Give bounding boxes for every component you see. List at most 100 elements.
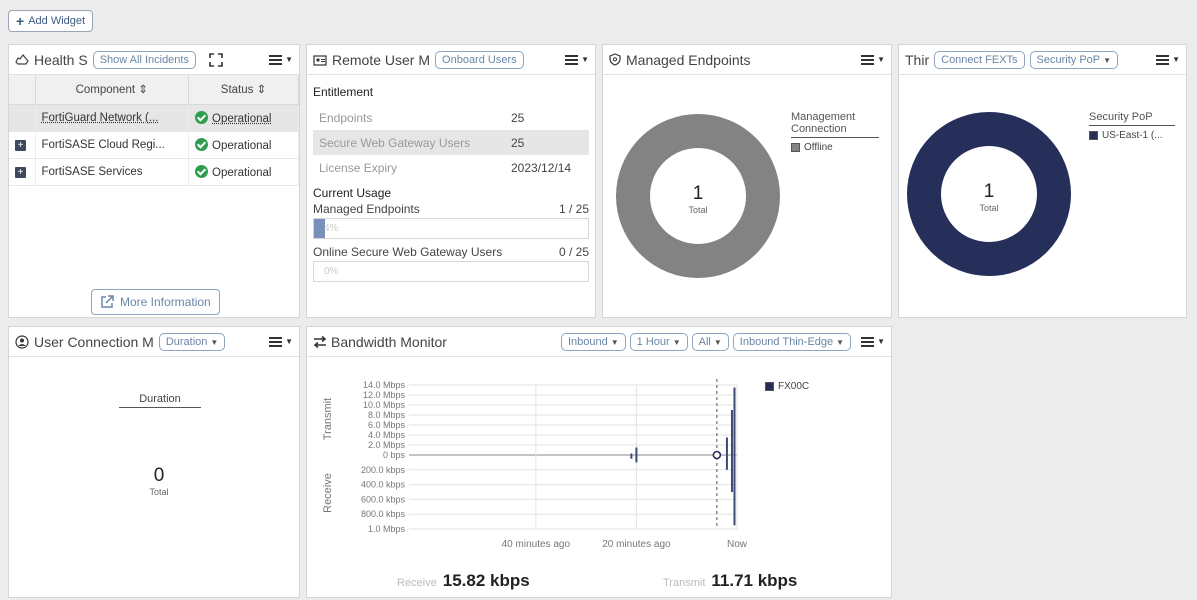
- receive-total: Receive 15.82 kbps: [397, 571, 530, 591]
- caret-down-icon: ▼: [1103, 55, 1112, 65]
- widget-header: Thir Connect FEXTs Security PoP ▼ ▼: [899, 45, 1186, 75]
- x-tick-label: Now: [727, 539, 748, 550]
- menu-icon: [861, 54, 875, 65]
- legend-label: FX00C: [778, 381, 810, 392]
- table-row[interactable]: + FortiSASE Cloud Regi... Operational: [9, 131, 299, 159]
- receive-spike: [725, 455, 728, 470]
- widget-menu-button[interactable]: ▼: [269, 336, 293, 347]
- widget-header: Health S Show All Incidents ▼: [9, 45, 299, 75]
- bandwidth-chart[interactable]: 14.0 Mbps12.0 Mbps10.0 Mbps8.0 Mbps6.0 M…: [307, 367, 891, 557]
- usage-percent: 0%: [324, 266, 339, 277]
- table-header-row: Component ⇕ Status ⇕: [9, 75, 299, 105]
- shield-icon: [609, 53, 621, 66]
- add-widget-button[interactable]: + Add Widget: [8, 10, 94, 32]
- receive-spike: [635, 455, 638, 463]
- entitlement-row: Secure Web Gateway Users 25: [313, 130, 589, 155]
- entitlement-value: 25: [511, 110, 525, 125]
- y-tick-label: 800.0 kbps: [361, 509, 406, 519]
- legend-label: US-East-1 (...: [1102, 130, 1163, 141]
- duration-legend-title: Duration: [119, 393, 201, 408]
- expand-column-header: [9, 75, 36, 105]
- caret-down-icon: ▼: [877, 337, 885, 346]
- legend-swatch: [1089, 131, 1098, 140]
- menu-icon: [1156, 54, 1170, 65]
- thin-edge-dropdown[interactable]: Inbound Thin-Edge ▼: [732, 332, 852, 351]
- expand-plus-icon[interactable]: +: [15, 166, 26, 178]
- fullscreen-icon[interactable]: [209, 52, 223, 67]
- widget-title: Health S: [34, 51, 88, 68]
- receive-total-label: Receive: [397, 577, 437, 589]
- x-tick-label: 20 minutes ago: [602, 539, 671, 550]
- cloud-icon: [15, 53, 29, 65]
- transmit-spike: [635, 447, 638, 455]
- legend-item[interactable]: US-East-1 (...: [1089, 130, 1175, 141]
- widget-menu-button[interactable]: ▼: [861, 54, 885, 65]
- usage-progress-bar: 0%: [313, 261, 589, 282]
- legend-item[interactable]: Offline: [791, 142, 879, 153]
- expand-cell: +: [9, 158, 36, 186]
- widget-menu-button[interactable]: ▼: [565, 54, 589, 65]
- legend-title: Security PoP: [1089, 111, 1175, 126]
- dropdown-value: Inbound Thin-Edge: [739, 335, 834, 348]
- hover-point: [712, 450, 722, 460]
- y-tick-label: 0 bps: [383, 450, 406, 460]
- widget-menu-button[interactable]: ▼: [861, 336, 885, 347]
- transmit-spike: [630, 453, 633, 455]
- show-all-incidents-button[interactable]: Show All Incidents: [92, 50, 196, 69]
- plus-icon: +: [16, 13, 25, 29]
- expand-plus-icon[interactable]: +: [15, 139, 26, 151]
- empty-chart-center: 0 Total: [129, 465, 189, 497]
- widget-menu-button[interactable]: ▼: [269, 54, 293, 65]
- entitlement-label: Secure Web Gateway Users: [319, 135, 471, 150]
- transmit-spike: [730, 410, 733, 455]
- expand-cell: +: [9, 131, 36, 159]
- y-tick-label: 6.0 Mbps: [368, 420, 406, 430]
- time-range-dropdown[interactable]: 1 Hour ▼: [629, 332, 688, 351]
- legend-swatch: [765, 382, 774, 391]
- legend-label: Offline: [804, 142, 833, 153]
- status-cell: Operational: [188, 131, 299, 159]
- more-information-button[interactable]: More Information: [91, 289, 220, 315]
- expand-cell: [9, 104, 36, 132]
- receive-spike: [630, 455, 633, 459]
- transmit-spike: [725, 437, 728, 455]
- transmit-axis-label: Transmit: [322, 398, 334, 440]
- dropdown-value: Inbound: [567, 335, 608, 348]
- transmit-spike: [733, 387, 736, 455]
- donut-total: 1: [692, 183, 704, 204]
- receive-axis-label: Receive: [322, 473, 334, 513]
- health-table: Component ⇕ Status ⇕ FortiGuard Network …: [9, 75, 299, 186]
- caret-down-icon: ▼: [581, 55, 589, 64]
- remote-user-body: Entitlement Endpoints 25 Secure Web Gatew…: [307, 75, 595, 288]
- total-label: Total: [149, 487, 169, 497]
- table-row[interactable]: FortiGuard Network (... Operational: [9, 104, 299, 132]
- y-tick-label: 14.0 Mbps: [363, 380, 406, 390]
- usage-line: Managed Endpoints 1 / 25: [313, 202, 589, 216]
- transmit-total-label: Transmit: [663, 577, 706, 589]
- scope-dropdown[interactable]: All ▼: [691, 332, 729, 351]
- entitlement-value: 25: [511, 135, 525, 150]
- widget-menu-button[interactable]: ▼: [1156, 54, 1180, 65]
- entitlement-heading: Entitlement: [313, 85, 374, 99]
- x-tick-label: 40 minutes ago: [502, 539, 571, 550]
- usage-progress-bar: 4%: [313, 218, 589, 239]
- direction-dropdown[interactable]: Inbound ▼: [560, 332, 626, 351]
- receive-spike: [733, 455, 736, 526]
- legend-swatch: [791, 143, 800, 152]
- onboard-users-button[interactable]: Onboard Users: [435, 50, 524, 69]
- component-cell: FortiGuard Network (...: [35, 104, 189, 132]
- connect-fexts-button[interactable]: Connect FEXTs: [934, 50, 1025, 69]
- y-tick-label: 4.0 Mbps: [368, 430, 406, 440]
- donut-center: 1 Total: [959, 181, 1019, 213]
- entitlement-label: Endpoints: [319, 110, 373, 125]
- donut-legend: Management Connection Offline: [791, 111, 879, 153]
- column-header-status[interactable]: Status ⇕: [188, 75, 299, 105]
- widget-title: Bandwidth Monitor: [331, 333, 447, 350]
- table-row[interactable]: + FortiSASE Services Operational: [9, 158, 299, 186]
- legend-title: Management Connection: [791, 111, 879, 138]
- duration-dropdown[interactable]: Duration ▼: [158, 332, 226, 351]
- column-header-component[interactable]: Component ⇕: [35, 75, 189, 105]
- widget-header: Managed Endpoints ▼: [603, 45, 891, 75]
- security-pop-dropdown[interactable]: Security PoP ▼: [1029, 50, 1119, 69]
- dropdown-value: All: [698, 335, 711, 348]
